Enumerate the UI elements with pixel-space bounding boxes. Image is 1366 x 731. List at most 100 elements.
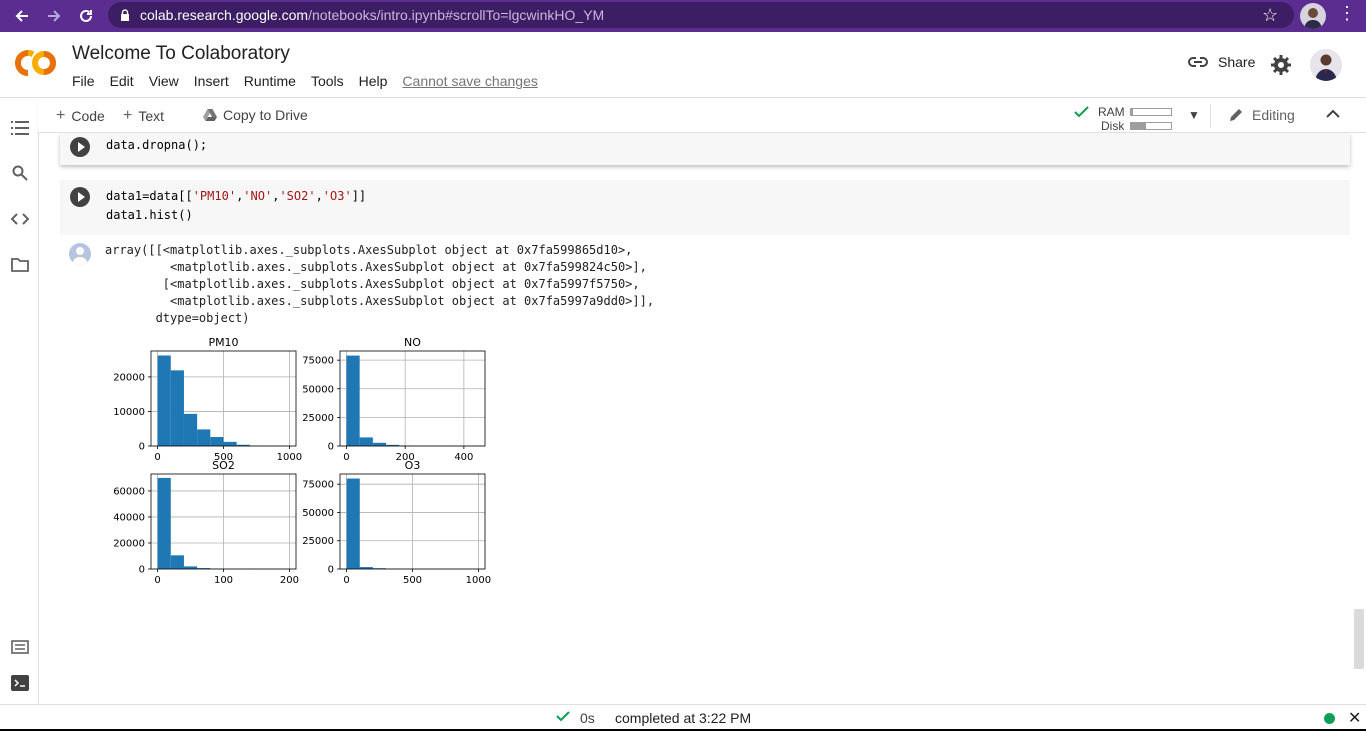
code-token: , (316, 189, 323, 203)
notebook-area: data.dropna(); data1=data[['PM10','NO','… (39, 133, 1366, 704)
menu-edit[interactable]: Edit (110, 73, 134, 89)
y-tick-label: 40000 (113, 512, 145, 523)
x-tick-label: 0 (343, 575, 349, 586)
menu-tools[interactable]: Tools (311, 73, 344, 89)
back-icon[interactable] (6, 0, 38, 32)
browser-menu-icon[interactable]: ⋮ (1338, 3, 1356, 24)
copy-to-drive-button[interactable]: Copy to Drive (203, 107, 308, 123)
terminal-icon[interactable] (10, 673, 30, 693)
copy-to-drive-label: Copy to Drive (223, 107, 308, 123)
y-tick-label: 20000 (113, 372, 145, 383)
browser-bar: colab.research.google.com/notebooks/intr… (0, 0, 1366, 32)
plus-icon: + (123, 107, 132, 125)
axes-frame (340, 351, 485, 446)
table-of-contents-icon[interactable] (10, 118, 30, 138)
output-user-icon[interactable] (69, 243, 91, 265)
menu-insert[interactable]: Insert (194, 73, 229, 89)
histogram-bar (210, 437, 223, 446)
drive-icon (203, 109, 217, 121)
plus-icon: + (56, 107, 65, 125)
browser-profile-avatar[interactable] (1300, 3, 1326, 29)
command-palette-icon[interactable] (10, 637, 30, 657)
share-button[interactable]: Share (1188, 54, 1255, 70)
histogram-bar (171, 555, 184, 569)
share-label: Share (1218, 54, 1255, 70)
add-code-label: Code (71, 108, 104, 124)
colab-header: Welcome To Colaboratory File Edit View I… (0, 32, 1366, 98)
histogram-bar (346, 356, 359, 446)
url-host: colab.research.google.com (140, 7, 308, 23)
x-tick-label: 0 (154, 575, 160, 586)
y-tick-label: 0 (328, 565, 334, 576)
cell-source[interactable]: data.dropna(); (106, 136, 207, 155)
code-string: 'SO2' (279, 189, 315, 203)
execution-completed-time: completed at 3:22 PM (615, 710, 751, 726)
x-tick-label: 200 (280, 575, 299, 586)
files-folder-icon[interactable] (10, 255, 30, 275)
toolbar-divider (1210, 104, 1211, 128)
y-tick-label: 50000 (302, 384, 334, 395)
close-icon[interactable]: ✕ (1348, 708, 1361, 728)
vertical-scrollbar[interactable] (1354, 609, 1364, 669)
code-string: 'PM10' (193, 189, 236, 203)
histogram-bar (224, 442, 237, 446)
menu-view[interactable]: View (149, 73, 179, 89)
add-text-button[interactable]: + Text (123, 107, 164, 125)
code-cell[interactable]: data1=data[['PM10','NO','SO2','O3']] dat… (60, 180, 1350, 235)
user-avatar[interactable] (1310, 49, 1342, 81)
ram-bar-fill (1131, 109, 1133, 115)
y-tick-label: 25000 (302, 413, 334, 424)
bookmark-star-icon[interactable]: ☆ (1262, 5, 1278, 26)
code-cell[interactable]: data.dropna(); (60, 133, 1350, 165)
code-snippets-icon[interactable] (10, 209, 30, 229)
add-text-label: Text (138, 108, 164, 124)
cell-source[interactable]: data1=data[['PM10','NO','SO2','O3']] dat… (106, 187, 366, 225)
menu-runtime[interactable]: Runtime (244, 73, 296, 89)
histogram-grid: PM100500100001000020000NO020040002500050… (105, 331, 505, 591)
y-tick-label: 75000 (302, 480, 334, 491)
run-cell-icon[interactable] (70, 187, 90, 207)
y-tick-label: 20000 (113, 538, 145, 549)
x-tick-label: 0 (154, 452, 160, 463)
y-tick-label: 25000 (302, 536, 334, 547)
editing-label: Editing (1252, 107, 1295, 123)
x-tick-label: 500 (403, 575, 422, 586)
menu-file[interactable]: File (72, 73, 95, 89)
colab-logo (14, 48, 58, 78)
link-icon (1188, 56, 1208, 68)
forward-icon[interactable] (38, 0, 70, 32)
code-string: 'O3' (323, 189, 352, 203)
subplot-title: PM10 (208, 336, 238, 349)
histogram-bar (158, 355, 171, 446)
reload-icon[interactable] (70, 0, 102, 32)
code-string: 'NO' (243, 189, 272, 203)
left-sidebar (0, 98, 39, 704)
connection-status-dot (1324, 713, 1335, 724)
ram-label: RAM (1098, 105, 1125, 119)
histogram-bar (197, 429, 210, 446)
code-token: ]] (352, 189, 366, 203)
address-bar[interactable]: colab.research.google.com/notebooks/intr… (108, 2, 1294, 28)
add-code-button[interactable]: + Code (56, 107, 105, 125)
subplot-title: SO2 (212, 459, 235, 472)
menu-help[interactable]: Help (359, 73, 388, 89)
search-icon[interactable] (10, 163, 30, 183)
subplot-title: NO (404, 336, 421, 349)
disk-bar (1130, 122, 1172, 130)
notebook-title[interactable]: Welcome To Colaboratory (72, 43, 290, 65)
chevron-down-icon[interactable]: ▼ (1188, 108, 1200, 122)
lock-icon (120, 9, 130, 21)
y-tick-label: 0 (328, 442, 334, 453)
histogram-figure: PM100500100001000020000NO020040002500050… (105, 331, 505, 591)
histogram-bar (158, 478, 171, 569)
cannot-save-link[interactable]: Cannot save changes (402, 73, 537, 89)
y-tick-label: 60000 (113, 486, 145, 497)
editing-mode-button[interactable]: Editing (1228, 107, 1295, 123)
url-path: /notebooks/intro.ipynb#scrollTo=lgcwinkH… (308, 7, 604, 23)
chevron-up-icon[interactable] (1326, 106, 1340, 122)
connected-check-icon (1074, 106, 1090, 118)
settings-gear-icon[interactable] (1270, 54, 1292, 81)
run-cell-icon[interactable] (70, 137, 90, 157)
histogram-bar (373, 443, 386, 446)
code-token: data1=data[[ (106, 189, 193, 203)
